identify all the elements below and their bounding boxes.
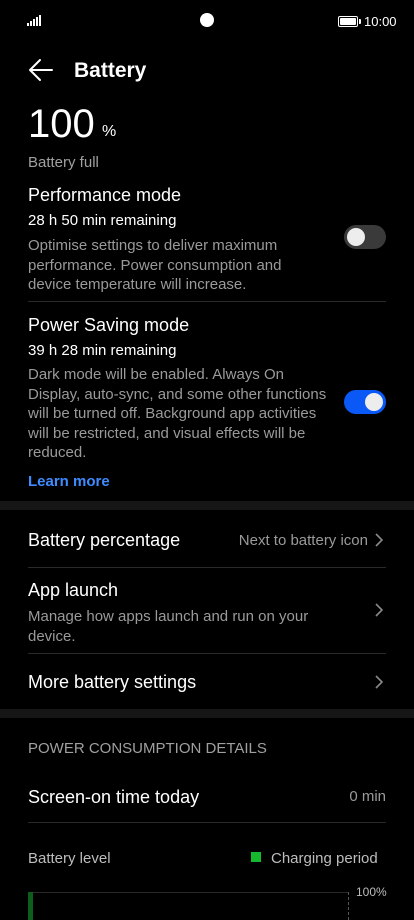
power-saving-mode-toggle[interactable] — [344, 390, 386, 414]
divider — [28, 822, 386, 823]
charging-legend-label: Charging period — [271, 850, 378, 867]
status-bar: 10:00 — [0, 0, 414, 44]
charging-period-bar — [28, 892, 33, 920]
chevron-right-icon[interactable] — [372, 603, 386, 617]
app-launch-label[interactable]: App launch — [28, 580, 118, 601]
battery-percentage-value[interactable]: Next to battery icon — [239, 532, 368, 549]
more-battery-settings-label[interactable]: More battery settings — [28, 672, 196, 693]
performance-mode-title: Performance mode — [28, 185, 182, 205]
performance-mode-description: Optimise settings to deliver maximum per… — [28, 237, 282, 293]
toggle-knob — [365, 393, 383, 411]
battery-percentage-label[interactable]: Battery percentage — [28, 530, 180, 551]
power-consumption-heading: POWER CONSUMPTION DETAILS — [28, 740, 267, 757]
chart-boundary — [348, 892, 349, 920]
screen-on-time-value: 0 min — [349, 788, 386, 805]
battery-percent-value: 100 — [28, 102, 95, 146]
power-saving-mode-title: Power Saving mode — [28, 315, 190, 335]
charging-legend-swatch — [251, 852, 261, 862]
performance-mode-toggle[interactable] — [344, 225, 386, 249]
app-launch-description: Manage how apps launch and run on your d… — [28, 608, 309, 645]
divider — [28, 567, 386, 568]
status-time: 10:00 — [364, 14, 397, 29]
chevron-right-icon[interactable] — [372, 533, 386, 547]
power-saving-mode-remaining: 39 h 28 min remaining — [28, 342, 177, 359]
section-separator — [0, 709, 414, 718]
chart-axis-max-label: 100% — [356, 885, 387, 899]
battery-status-text: Battery full — [28, 154, 99, 171]
front-camera — [200, 13, 214, 27]
performance-mode-remaining: 28 h 50 min remaining — [28, 212, 177, 229]
divider — [28, 653, 386, 654]
power-saving-mode-description: Dark mode will be enabled. Always On Dis… — [28, 366, 327, 461]
battery-percent-unit: % — [102, 123, 117, 140]
page-title: Battery — [74, 59, 147, 82]
divider — [28, 301, 386, 302]
battery-level-label: Battery level — [28, 850, 111, 867]
signal-icon — [27, 15, 41, 26]
battery-status-icon — [338, 16, 361, 27]
learn-more-link[interactable]: Learn more — [28, 473, 110, 490]
screen-on-time-label: Screen-on time today — [28, 787, 200, 807]
toggle-knob — [347, 228, 365, 246]
chevron-right-icon[interactable] — [372, 675, 386, 689]
back-arrow-icon[interactable] — [28, 58, 54, 82]
section-separator — [0, 501, 414, 510]
chart-gridline — [28, 892, 348, 893]
